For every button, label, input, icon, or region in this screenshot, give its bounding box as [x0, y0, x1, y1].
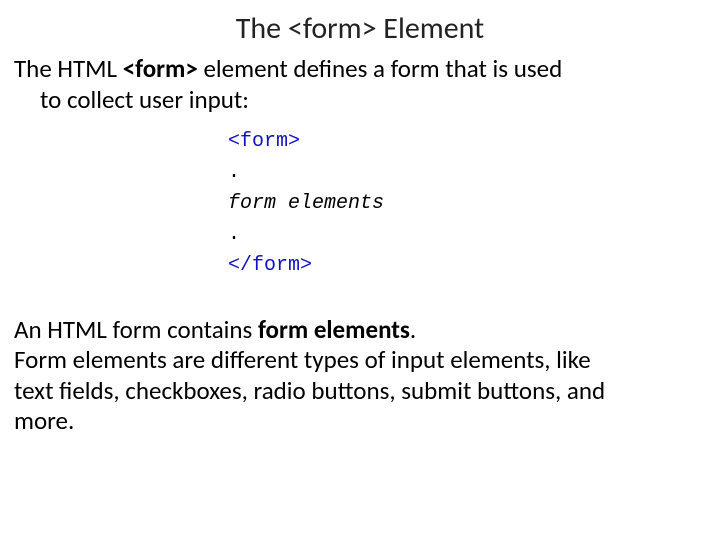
- code-form-elements: form elements: [228, 188, 706, 219]
- intro-bold-form: <form>: [123, 53, 198, 84]
- para2-l1b: form elements: [258, 314, 410, 345]
- code-dot-1: .: [228, 157, 706, 188]
- para2-line-1: An HTML form contains form elements.: [14, 315, 706, 346]
- code-dot-2: .: [228, 219, 706, 250]
- para2-line-3: text fields, checkboxes, radio buttons, …: [14, 376, 706, 407]
- paragraph-2: An HTML form contains form elements. For…: [14, 315, 706, 437]
- intro-text-1: The HTML: [14, 53, 123, 84]
- para2-l1a: An HTML form contains: [14, 314, 258, 345]
- para2-l1c: .: [410, 314, 416, 345]
- code-open-tag: <form>: [228, 126, 706, 157]
- intro-text-2: element defines a form that is used: [198, 53, 562, 84]
- para2-line-2: Form elements are different types of inp…: [14, 345, 706, 376]
- code-close-tag: </form>: [228, 250, 706, 281]
- slide-title: The <form> Element: [14, 10, 706, 47]
- slide: The <form> Element The HTML <form> eleme…: [0, 0, 720, 445]
- code-block: <form> . form elements . </form>: [228, 126, 706, 281]
- intro-line-2: to collect user input:: [14, 84, 706, 115]
- intro-paragraph: The HTML <form> element defines a form t…: [14, 53, 706, 116]
- para2-line-4: more.: [14, 406, 706, 437]
